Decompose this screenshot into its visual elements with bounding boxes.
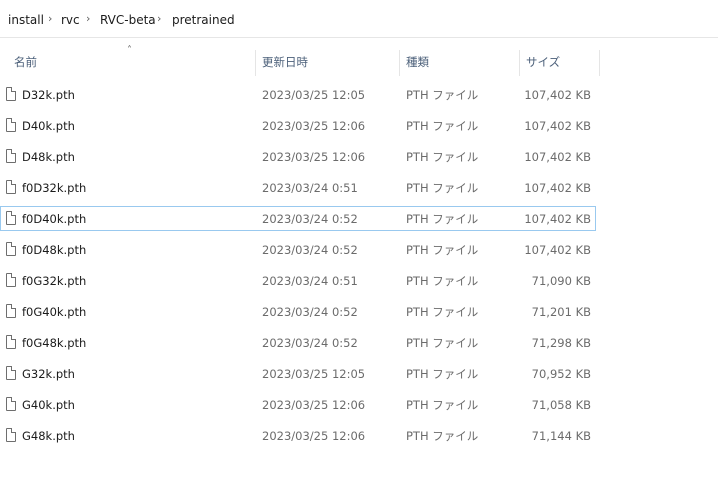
file-type: PTH ファイル <box>406 367 479 381</box>
file-icon <box>6 304 16 318</box>
column-header-row: ˄ 名前 更新日時 種類 サイズ <box>0 44 600 78</box>
file-date: 2023/03/24 0:52 <box>262 305 358 319</box>
column-divider[interactable] <box>599 50 600 76</box>
file-row[interactable]: G40k.pth 2023/03/25 12:06 PTH ファイル 71,05… <box>0 392 596 417</box>
file-name: f0D48k.pth <box>22 243 87 257</box>
column-header-name[interactable]: 名前 <box>14 55 37 69</box>
file-size: 71,201 KB <box>531 305 591 319</box>
column-divider[interactable] <box>255 50 256 76</box>
file-icon <box>6 87 16 101</box>
column-header-size[interactable]: サイズ <box>526 55 560 69</box>
file-row[interactable]: f0G32k.pth 2023/03/24 0:51 PTH ファイル 71,0… <box>0 268 596 293</box>
file-row[interactable]: D40k.pth 2023/03/25 12:06 PTH ファイル 107,4… <box>0 113 596 138</box>
file-type: PTH ファイル <box>406 212 479 226</box>
file-icon <box>6 242 16 256</box>
file-name: D40k.pth <box>22 119 75 133</box>
file-name: f0D32k.pth <box>22 181 87 195</box>
file-row[interactable]: f0G40k.pth 2023/03/24 0:52 PTH ファイル 71,2… <box>0 299 596 324</box>
file-size: 107,402 KB <box>524 119 591 133</box>
file-icon <box>6 180 16 194</box>
file-row[interactable]: f0G48k.pth 2023/03/24 0:52 PTH ファイル 71,2… <box>0 330 596 355</box>
breadcrumb-item-rvc[interactable]: rvc <box>61 13 80 27</box>
file-size: 71,058 KB <box>531 398 591 412</box>
file-size: 71,090 KB <box>531 274 591 288</box>
file-name: G40k.pth <box>22 398 75 412</box>
file-icon <box>6 149 16 163</box>
file-type: PTH ファイル <box>406 88 479 102</box>
file-name: f0G32k.pth <box>22 274 87 288</box>
file-size: 107,402 KB <box>524 181 591 195</box>
file-date: 2023/03/25 12:06 <box>262 398 366 412</box>
file-size: 71,144 KB <box>531 429 591 443</box>
chevron-right-icon[interactable]: › <box>157 12 161 26</box>
file-row[interactable]: G48k.pth 2023/03/25 12:06 PTH ファイル 71,14… <box>0 423 596 448</box>
file-size: 107,402 KB <box>524 243 591 257</box>
file-size: 107,402 KB <box>524 150 591 164</box>
file-size: 71,298 KB <box>531 336 591 350</box>
file-date: 2023/03/24 0:51 <box>262 274 358 288</box>
file-date: 2023/03/24 0:52 <box>262 336 358 350</box>
file-size: 107,402 KB <box>524 88 591 102</box>
file-type: PTH ファイル <box>406 336 479 350</box>
breadcrumb-item-install[interactable]: install <box>8 13 44 27</box>
file-name: f0D40k.pth <box>22 212 87 226</box>
file-date: 2023/03/25 12:06 <box>262 429 366 443</box>
file-row[interactable]: f0D32k.pth 2023/03/24 0:51 PTH ファイル 107,… <box>0 175 596 200</box>
file-row-focused[interactable]: f0D40k.pth 2023/03/24 0:52 PTH ファイル 107,… <box>0 206 596 231</box>
file-icon <box>6 428 16 442</box>
column-divider[interactable] <box>519 50 520 76</box>
file-name: G48k.pth <box>22 429 75 443</box>
file-icon <box>6 397 16 411</box>
file-icon <box>6 118 16 132</box>
file-date: 2023/03/25 12:05 <box>262 367 366 381</box>
file-name: G32k.pth <box>22 367 75 381</box>
file-icon <box>6 273 16 287</box>
file-name: f0G48k.pth <box>22 336 87 350</box>
breadcrumb-item-pretrained[interactable]: pretrained <box>172 13 235 27</box>
file-row[interactable]: D32k.pth 2023/03/25 12:05 PTH ファイル 107,4… <box>0 82 596 107</box>
file-type: PTH ファイル <box>406 429 479 443</box>
file-name: D32k.pth <box>22 88 75 102</box>
file-row[interactable]: D48k.pth 2023/03/25 12:06 PTH ファイル 107,4… <box>0 144 596 169</box>
file-size: 70,952 KB <box>531 367 591 381</box>
file-date: 2023/03/24 0:51 <box>262 181 358 195</box>
file-type: PTH ファイル <box>406 243 479 257</box>
chevron-right-icon[interactable]: › <box>86 12 90 26</box>
file-type: PTH ファイル <box>406 274 479 288</box>
chevron-up-icon: ˄ <box>127 45 132 56</box>
file-date: 2023/03/25 12:06 <box>262 119 366 133</box>
file-date: 2023/03/24 0:52 <box>262 243 358 257</box>
file-name: D48k.pth <box>22 150 75 164</box>
column-header-type[interactable]: 種類 <box>406 55 429 69</box>
column-divider[interactable] <box>399 50 400 76</box>
file-row[interactable]: G32k.pth 2023/03/25 12:05 PTH ファイル 70,95… <box>0 361 596 386</box>
file-type: PTH ファイル <box>406 181 479 195</box>
chevron-right-icon[interactable]: › <box>48 12 52 26</box>
file-icon <box>6 211 16 225</box>
file-date: 2023/03/25 12:06 <box>262 150 366 164</box>
breadcrumb: install › rvc › RVC-beta › pretrained <box>0 0 718 38</box>
file-date: 2023/03/25 12:05 <box>262 88 366 102</box>
file-row[interactable]: f0D48k.pth 2023/03/24 0:52 PTH ファイル 107,… <box>0 237 596 262</box>
file-type: PTH ファイル <box>406 150 479 164</box>
column-header-date[interactable]: 更新日時 <box>262 55 308 69</box>
file-type: PTH ファイル <box>406 398 479 412</box>
file-icon <box>6 335 16 349</box>
file-size: 107,402 KB <box>524 212 591 226</box>
breadcrumb-item-rvc-beta[interactable]: RVC-beta <box>100 13 156 27</box>
file-type: PTH ファイル <box>406 305 479 319</box>
file-name: f0G40k.pth <box>22 305 87 319</box>
file-date: 2023/03/24 0:52 <box>262 212 358 226</box>
file-icon <box>6 366 16 380</box>
file-explorer-window: install › rvc › RVC-beta › pretrained ˄ … <box>0 0 718 491</box>
file-type: PTH ファイル <box>406 119 479 133</box>
